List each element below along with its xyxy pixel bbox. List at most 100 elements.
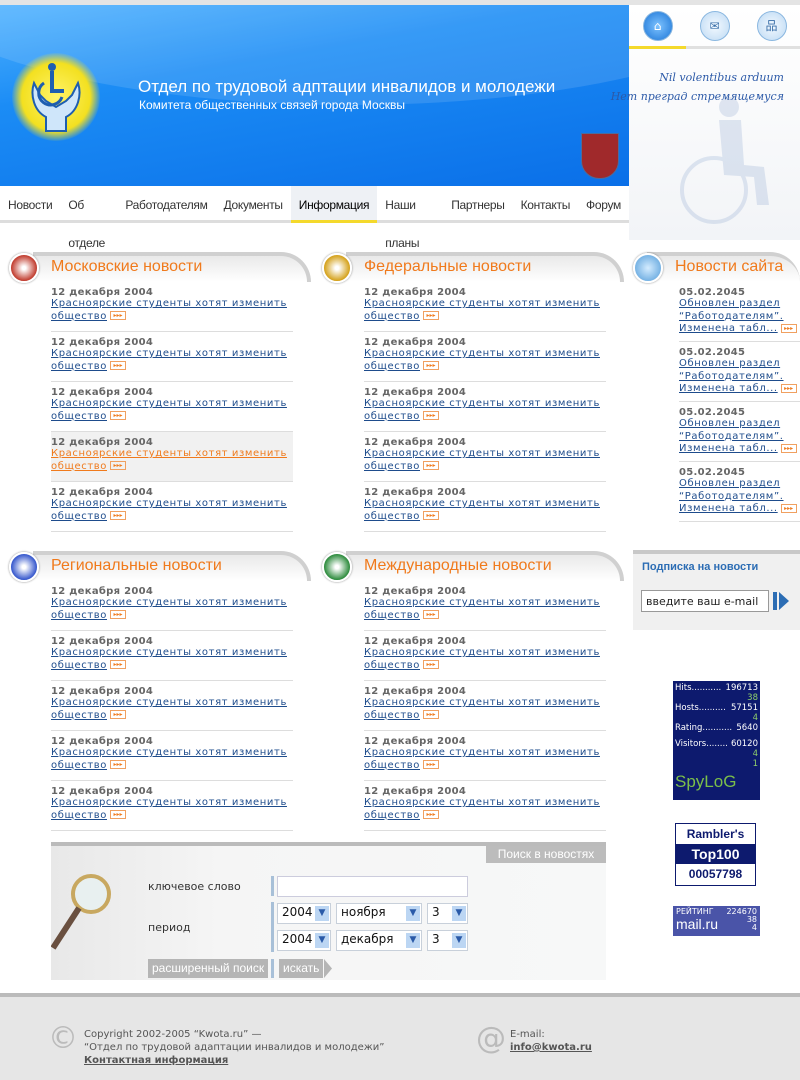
news-link[interactable]: Красноярские студенты хотят изменить <box>51 448 293 461</box>
more-arrow-icon[interactable]: ▸▸▸ <box>780 323 797 333</box>
more-arrow-icon[interactable]: ▸▸▸ <box>780 503 797 513</box>
news-link[interactable]: Красноярские студенты хотят изменить <box>364 697 606 710</box>
news-link[interactable]: общество <box>364 660 420 671</box>
more-arrow-icon[interactable]: ▸▸▸ <box>423 810 439 819</box>
more-arrow-icon[interactable]: ▸▸▸ <box>423 461 439 470</box>
more-arrow-icon[interactable]: ▸▸▸ <box>423 760 439 769</box>
news-link[interactable]: Обновлен раздел <box>679 478 800 491</box>
news-link[interactable]: общество <box>364 760 420 771</box>
subscribe-email-input[interactable] <box>641 590 769 612</box>
to-year-select[interactable]: 2004 ▼ <box>277 930 331 951</box>
news-link[interactable]: Обновлен раздел <box>679 358 800 371</box>
news-link[interactable]: Красноярские студенты хотят изменить <box>364 647 606 660</box>
news-link[interactable]: общество <box>364 361 420 372</box>
news-link[interactable]: общество <box>51 311 107 322</box>
mailru-rating-counter[interactable]: РЕЙТИНГ 224670 mail.ru 38 4 <box>673 906 760 936</box>
to-month-select[interactable]: декабря ▼ <box>336 930 422 951</box>
more-arrow-icon[interactable]: ▸▸▸ <box>110 361 126 370</box>
search-submit-button[interactable]: искать <box>279 959 324 978</box>
news-link[interactable]: Красноярские студенты хотят изменить <box>51 498 293 511</box>
more-arrow-icon[interactable]: ▸▸▸ <box>780 443 797 453</box>
logo[interactable] <box>12 53 100 141</box>
more-arrow-icon[interactable]: ▸▸▸ <box>110 810 126 819</box>
news-link[interactable]: Изменена табл... <box>679 443 778 454</box>
email-link[interactable]: info@kwota.ru <box>510 1042 592 1053</box>
contact-info-link[interactable]: Контактная информация <box>84 1055 228 1066</box>
news-link[interactable]: Красноярские студенты хотят изменить <box>364 398 606 411</box>
more-arrow-icon[interactable]: ▸▸▸ <box>110 461 126 470</box>
news-link[interactable]: Красноярские студенты хотят изменить <box>364 348 606 361</box>
news-link[interactable]: общество <box>51 411 107 422</box>
more-arrow-icon[interactable]: ▸▸▸ <box>423 311 439 320</box>
nav-item[interactable]: Новости <box>0 186 60 220</box>
mail-button[interactable]: ✉ <box>686 5 743 49</box>
nav-item[interactable]: Работодателям <box>117 186 215 220</box>
news-link[interactable]: Красноярские студенты хотят изменить <box>51 697 293 710</box>
news-link[interactable]: Изменена табл... <box>679 323 778 334</box>
more-arrow-icon[interactable]: ▸▸▸ <box>423 511 439 520</box>
more-arrow-icon[interactable]: ▸▸▸ <box>423 610 439 619</box>
news-link[interactable]: общество <box>51 760 107 771</box>
news-link[interactable]: Красноярские студенты хотят изменить <box>51 348 293 361</box>
news-link[interactable]: Красноярские студенты хотят изменить <box>364 797 606 810</box>
news-link[interactable]: общество <box>364 610 420 621</box>
news-link[interactable]: Красноярские студенты хотят изменить <box>51 597 293 610</box>
home-button[interactable]: ⌂ <box>629 5 686 49</box>
news-link[interactable]: общество <box>51 660 107 671</box>
subscribe-submit-arrow-icon[interactable] <box>773 592 789 610</box>
from-year-select[interactable]: 2004 ▼ <box>277 903 331 924</box>
news-link[interactable]: Изменена табл... <box>679 503 778 514</box>
nav-item[interactable]: Документы <box>216 186 291 220</box>
nav-item[interactable]: Партнеры <box>443 186 512 220</box>
more-arrow-icon[interactable]: ▸▸▸ <box>780 383 797 393</box>
more-arrow-icon[interactable]: ▸▸▸ <box>110 760 126 769</box>
more-arrow-icon[interactable]: ▸▸▸ <box>110 311 126 320</box>
news-link[interactable]: общество <box>364 411 420 422</box>
nav-item[interactable]: Информация <box>290 186 378 223</box>
nav-item[interactable]: Форум <box>578 186 629 220</box>
more-arrow-icon[interactable]: ▸▸▸ <box>423 411 439 420</box>
news-link[interactable]: общество <box>364 810 420 821</box>
more-arrow-icon[interactable]: ▸▸▸ <box>110 660 126 669</box>
advanced-search-button[interactable]: расширенный поиск <box>148 959 269 978</box>
news-link[interactable]: общество <box>364 511 420 522</box>
news-link[interactable]: общество <box>51 361 107 372</box>
news-link[interactable]: Изменена табл... <box>679 383 778 394</box>
news-link[interactable]: Красноярские студенты хотят изменить <box>364 597 606 610</box>
from-month-select[interactable]: ноября ▼ <box>336 903 422 924</box>
news-link[interactable]: Красноярские студенты хотят изменить <box>364 448 606 461</box>
news-link[interactable]: общество <box>51 710 107 721</box>
nav-item[interactable]: Об отделе <box>60 186 117 250</box>
to-day-select[interactable]: 3 ▼ <box>427 930 468 951</box>
more-arrow-icon[interactable]: ▸▸▸ <box>110 411 126 420</box>
nav-item[interactable]: Контакты <box>513 186 578 220</box>
more-arrow-icon[interactable]: ▸▸▸ <box>423 660 439 669</box>
news-link[interactable]: Обновлен раздел <box>679 418 800 431</box>
keyword-input[interactable] <box>277 876 468 897</box>
from-day-select[interactable]: 3 ▼ <box>427 903 468 924</box>
news-link[interactable]: Красноярские студенты хотят изменить <box>51 298 293 311</box>
news-link[interactable]: Красноярские студенты хотят изменить <box>364 498 606 511</box>
more-arrow-icon[interactable]: ▸▸▸ <box>110 710 126 719</box>
news-link[interactable]: Красноярские студенты хотят изменить <box>51 647 293 660</box>
more-arrow-icon[interactable]: ▸▸▸ <box>423 710 439 719</box>
news-link[interactable]: общество <box>51 610 107 621</box>
spylog-counter[interactable]: Hits........... 196713 38 Hosts.......... 57… <box>673 681 760 800</box>
news-link[interactable]: Красноярские студенты хотят изменить <box>51 747 293 760</box>
news-link[interactable]: общество <box>364 461 420 472</box>
news-link[interactable]: Красноярские студенты хотят изменить <box>364 298 606 311</box>
rambler-top100-counter[interactable]: Rambler's Top100 00057798 <box>675 823 756 886</box>
news-link[interactable]: Красноярские студенты хотят изменить <box>51 398 293 411</box>
news-link[interactable]: общество <box>51 461 107 472</box>
news-link[interactable]: общество <box>364 710 420 721</box>
news-link[interactable]: “Работодателям”. <box>679 491 800 504</box>
news-link[interactable]: Красноярские студенты хотят изменить <box>51 797 293 810</box>
news-link[interactable]: общество <box>51 810 107 821</box>
news-link[interactable]: общество <box>364 311 420 322</box>
more-arrow-icon[interactable]: ▸▸▸ <box>423 361 439 370</box>
more-arrow-icon[interactable]: ▸▸▸ <box>110 610 126 619</box>
sitemap-button[interactable]: 品 <box>743 5 800 49</box>
news-link[interactable]: общество <box>51 511 107 522</box>
more-arrow-icon[interactable]: ▸▸▸ <box>110 511 126 520</box>
news-link[interactable]: Красноярские студенты хотят изменить <box>364 747 606 760</box>
